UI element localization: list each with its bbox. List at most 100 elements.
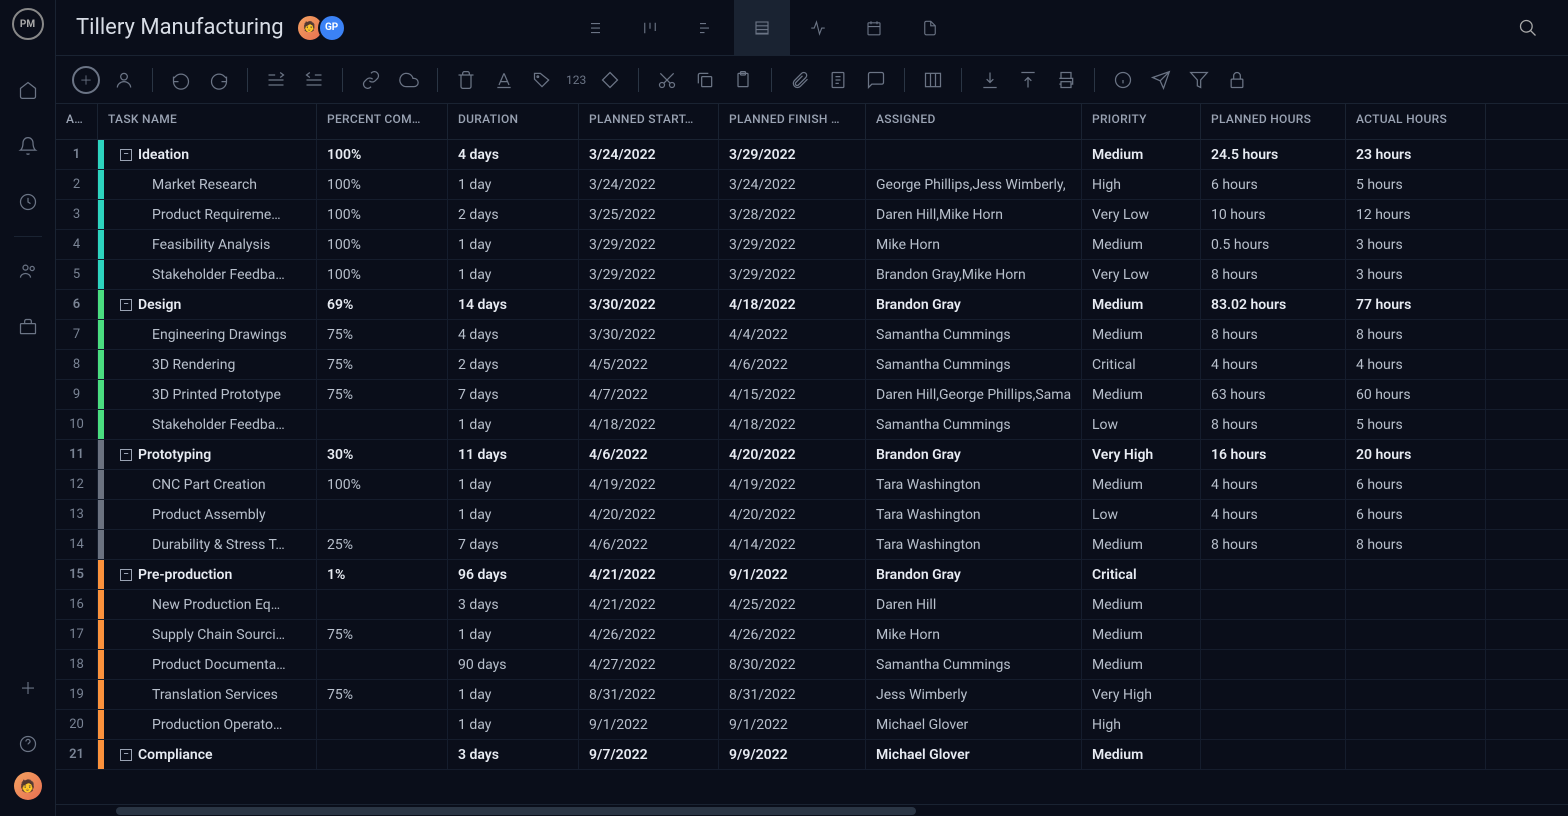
phours-cell[interactable] (1201, 740, 1346, 769)
pct-cell[interactable] (317, 650, 448, 679)
attachment-icon[interactable] (786, 66, 814, 94)
start-cell[interactable]: 3/25/2022 (579, 200, 719, 229)
task-name-cell[interactable]: −Design (98, 290, 317, 319)
pct-cell[interactable]: 75% (317, 620, 448, 649)
pct-cell[interactable]: 100% (317, 200, 448, 229)
pct-cell[interactable]: 100% (317, 230, 448, 259)
task-name-cell[interactable]: Product Requireme… (98, 200, 317, 229)
comment-icon[interactable] (862, 66, 890, 94)
assign-cell[interactable]: Tara Washington (866, 500, 1082, 529)
finish-cell[interactable]: 3/24/2022 (719, 170, 866, 199)
dur-cell[interactable]: 1 day (448, 680, 579, 709)
cut-icon[interactable] (653, 66, 681, 94)
redo-icon[interactable] (205, 66, 233, 94)
finish-cell[interactable]: 4/15/2022 (719, 380, 866, 409)
ahours-cell[interactable]: 6 hours (1346, 470, 1486, 499)
send-icon[interactable] (1147, 66, 1175, 94)
indent-icon[interactable] (300, 66, 328, 94)
assign-cell[interactable]: Mike Horn (866, 230, 1082, 259)
assign-cell[interactable]: Daren Hill,Mike Horn (866, 200, 1082, 229)
help-icon[interactable] (16, 732, 40, 756)
diamond-icon[interactable] (596, 66, 624, 94)
col-duration[interactable]: DURATION (448, 104, 579, 139)
ahours-cell[interactable]: 77 hours (1346, 290, 1486, 319)
finish-cell[interactable]: 4/4/2022 (719, 320, 866, 349)
phours-cell[interactable] (1201, 620, 1346, 649)
dur-cell[interactable]: 90 days (448, 650, 579, 679)
start-cell[interactable]: 9/1/2022 (579, 710, 719, 739)
task-name-cell[interactable]: Engineering Drawings (98, 320, 317, 349)
priority-cell[interactable]: Medium (1082, 320, 1201, 349)
pct-cell[interactable]: 69% (317, 290, 448, 319)
dur-cell[interactable]: 7 days (448, 380, 579, 409)
assign-cell[interactable]: Mike Horn (866, 620, 1082, 649)
table-row[interactable]: 7Engineering Drawings75%4 days3/30/20224… (56, 320, 1568, 350)
finish-cell[interactable]: 3/29/2022 (719, 140, 866, 169)
assign-cell[interactable]: Samantha Cummings (866, 410, 1082, 439)
note-icon[interactable] (824, 66, 852, 94)
assign-cell[interactable]: Michael Glover (866, 740, 1082, 769)
ahours-cell[interactable] (1346, 620, 1486, 649)
finish-cell[interactable]: 3/28/2022 (719, 200, 866, 229)
collapse-icon[interactable]: − (120, 149, 132, 161)
task-name-cell[interactable]: Stakeholder Feedba… (98, 410, 317, 439)
assign-cell[interactable]: Brandon Gray,Mike Horn (866, 260, 1082, 289)
priority-cell[interactable]: Medium (1082, 290, 1201, 319)
phours-cell[interactable]: 83.02 hours (1201, 290, 1346, 319)
pct-cell[interactable] (317, 590, 448, 619)
assign-cell[interactable] (866, 140, 1082, 169)
task-name-cell[interactable]: −Pre-production (98, 560, 317, 589)
table-row[interactable]: 10Stakeholder Feedba…1 day4/18/20224/18/… (56, 410, 1568, 440)
phours-cell[interactable]: 8 hours (1201, 410, 1346, 439)
priority-cell[interactable]: Medium (1082, 470, 1201, 499)
pct-cell[interactable]: 1% (317, 560, 448, 589)
pct-cell[interactable] (317, 500, 448, 529)
list-view-icon[interactable] (566, 0, 622, 56)
finish-cell[interactable]: 4/18/2022 (719, 410, 866, 439)
finish-cell[interactable]: 4/6/2022 (719, 350, 866, 379)
start-cell[interactable]: 4/21/2022 (579, 590, 719, 619)
task-name-cell[interactable]: 3D Rendering (98, 350, 317, 379)
outdent-icon[interactable] (262, 66, 290, 94)
pct-cell[interactable]: 100% (317, 140, 448, 169)
finish-cell[interactable]: 4/19/2022 (719, 470, 866, 499)
home-icon[interactable] (16, 78, 40, 102)
print-icon[interactable] (1052, 66, 1080, 94)
start-cell[interactable]: 3/24/2022 (579, 170, 719, 199)
pct-cell[interactable]: 75% (317, 350, 448, 379)
task-name-cell[interactable]: −Compliance (98, 740, 317, 769)
phours-cell[interactable]: 6 hours (1201, 170, 1346, 199)
cloud-icon[interactable] (395, 66, 423, 94)
task-name-cell[interactable]: Feasibility Analysis (98, 230, 317, 259)
priority-cell[interactable]: Low (1082, 500, 1201, 529)
collapse-icon[interactable]: − (120, 299, 132, 311)
dur-cell[interactable]: 4 days (448, 320, 579, 349)
table-row[interactable]: 20Production Operato…1 day9/1/20229/1/20… (56, 710, 1568, 740)
phours-cell[interactable]: 8 hours (1201, 260, 1346, 289)
table-row[interactable]: 4Feasibility Analysis100%1 day3/29/20223… (56, 230, 1568, 260)
priority-cell[interactable]: Very Low (1082, 260, 1201, 289)
assign-cell[interactable]: Samantha Cummings (866, 650, 1082, 679)
filter-icon[interactable] (1185, 66, 1213, 94)
start-cell[interactable]: 3/30/2022 (579, 320, 719, 349)
paste-icon[interactable] (729, 66, 757, 94)
priority-cell[interactable]: Medium (1082, 650, 1201, 679)
ahours-cell[interactable]: 60 hours (1346, 380, 1486, 409)
priority-cell[interactable]: Critical (1082, 560, 1201, 589)
calendar-view-icon[interactable] (846, 0, 902, 56)
task-name-cell[interactable]: −Ideation (98, 140, 317, 169)
ahours-cell[interactable] (1346, 590, 1486, 619)
finish-cell[interactable]: 3/29/2022 (719, 230, 866, 259)
undo-icon[interactable] (167, 66, 195, 94)
table-row[interactable]: 14Durability & Stress T…25%7 days4/6/202… (56, 530, 1568, 560)
ahours-cell[interactable] (1346, 710, 1486, 739)
finish-cell[interactable]: 4/20/2022 (719, 440, 866, 469)
assign-cell[interactable]: Michael Glover (866, 710, 1082, 739)
dur-cell[interactable]: 1 day (448, 500, 579, 529)
dur-cell[interactable]: 1 day (448, 470, 579, 499)
collapse-icon[interactable]: − (120, 749, 132, 761)
board-view-icon[interactable] (622, 0, 678, 56)
assign-cell[interactable]: Daren Hill,George Phillips,Sama (866, 380, 1082, 409)
table-row[interactable]: 2Market Research100%1 day3/24/20223/24/2… (56, 170, 1568, 200)
pct-cell[interactable]: 75% (317, 380, 448, 409)
